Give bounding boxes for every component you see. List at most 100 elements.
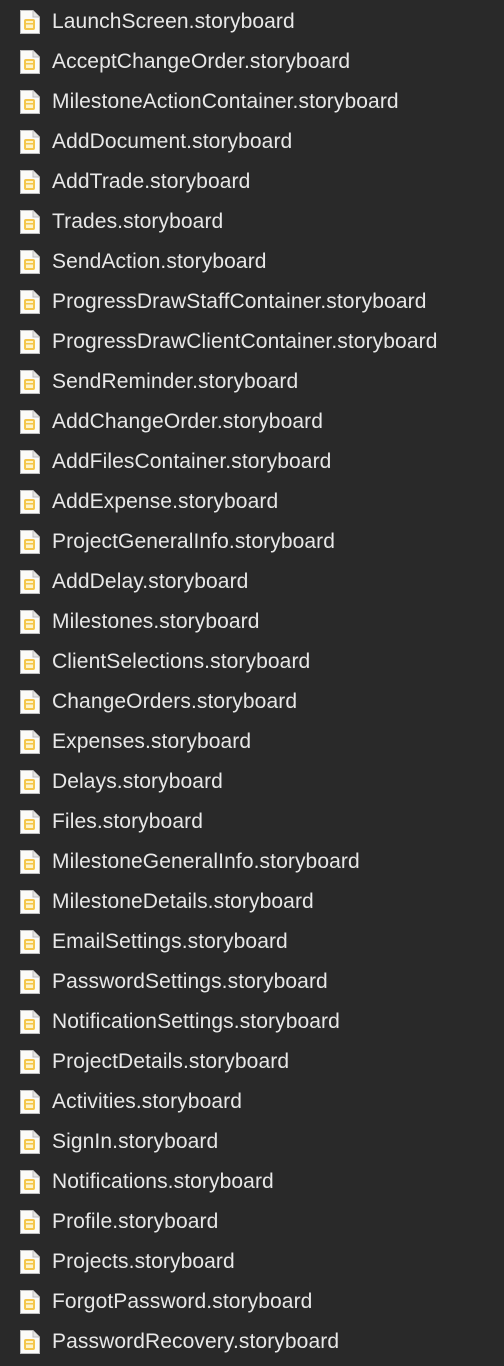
file-name: MilestoneDetails.storyboard <box>52 890 314 913</box>
file-row[interactable]: ForgotPassword.storyboard <box>0 1282 504 1322</box>
storyboard-file-icon <box>18 769 42 795</box>
file-row[interactable]: ProgressDrawClientContainer.storyboard <box>0 322 504 362</box>
storyboard-file-icon <box>18 1089 42 1115</box>
file-name: Activities.storyboard <box>52 1090 243 1113</box>
file-name: AddFilesContainer.storyboard <box>52 450 332 473</box>
file-name: AddTrade.storyboard <box>52 170 251 193</box>
storyboard-file-icon <box>18 689 42 715</box>
file-row[interactable]: MilestoneActionContainer.storyboard <box>0 82 504 122</box>
file-row[interactable]: Delays.storyboard <box>0 762 504 802</box>
storyboard-file-icon <box>18 9 42 35</box>
file-row[interactable]: PasswordRecovery.storyboard <box>0 1322 504 1362</box>
file-name: PasswordSettings.storyboard <box>52 970 328 993</box>
file-name: NotificationSettings.storyboard <box>52 1010 340 1033</box>
storyboard-file-icon <box>18 129 42 155</box>
file-row[interactable]: AddExpense.storyboard <box>0 482 504 522</box>
file-row[interactable]: MilestoneGeneralInfo.storyboard <box>0 842 504 882</box>
file-row[interactable]: AddTrade.storyboard <box>0 162 504 202</box>
storyboard-file-icon <box>18 929 42 955</box>
storyboard-file-icon <box>18 89 42 115</box>
file-row[interactable]: AcceptChangeOrder.storyboard <box>0 42 504 82</box>
storyboard-file-icon <box>18 649 42 675</box>
file-name: SignIn.storyboard <box>52 1130 219 1153</box>
file-row[interactable]: Activities.storyboard <box>0 1082 504 1122</box>
file-name: Profile.storyboard <box>52 1210 219 1233</box>
file-row[interactable]: Milestones.storyboard <box>0 602 504 642</box>
storyboard-file-icon <box>18 569 42 595</box>
file-row[interactable]: EmailSettings.storyboard <box>0 922 504 962</box>
file-row[interactable]: ProjectGeneralInfo.storyboard <box>0 522 504 562</box>
storyboard-file-icon <box>18 369 42 395</box>
file-row[interactable]: ProjectDetails.storyboard <box>0 1042 504 1082</box>
file-name: Projects.storyboard <box>52 1250 235 1273</box>
storyboard-file-icon <box>18 1209 42 1235</box>
file-row[interactable]: Notifications.storyboard <box>0 1162 504 1202</box>
file-row[interactable]: LaunchScreen.storyboard <box>0 2 504 42</box>
storyboard-file-icon <box>18 169 42 195</box>
file-name: ForgotPassword.storyboard <box>52 1290 313 1313</box>
file-row[interactable]: AddDocument.storyboard <box>0 122 504 162</box>
file-name: ProgressDrawClientContainer.storyboard <box>52 330 438 353</box>
storyboard-file-icon <box>18 1249 42 1275</box>
file-row[interactable]: SignIn.storyboard <box>0 1122 504 1162</box>
file-name: AcceptChangeOrder.storyboard <box>52 50 351 73</box>
storyboard-file-icon <box>18 409 42 435</box>
file-list: LaunchScreen.storyboard AcceptChangeOrder… <box>0 2 504 1362</box>
file-row[interactable]: SendAction.storyboard <box>0 242 504 282</box>
file-name: AddDocument.storyboard <box>52 130 293 153</box>
file-row[interactable]: PasswordSettings.storyboard <box>0 962 504 1002</box>
file-name: Notifications.storyboard <box>52 1170 274 1193</box>
file-name: MilestoneActionContainer.storyboard <box>52 90 399 113</box>
file-row[interactable]: Expenses.storyboard <box>0 722 504 762</box>
file-row[interactable]: AddChangeOrder.storyboard <box>0 402 504 442</box>
storyboard-file-icon <box>18 729 42 755</box>
storyboard-file-icon <box>18 289 42 315</box>
storyboard-file-icon <box>18 249 42 275</box>
file-name: ProjectDetails.storyboard <box>52 1050 290 1073</box>
file-name: AddChangeOrder.storyboard <box>52 410 323 433</box>
storyboard-file-icon <box>18 329 42 355</box>
file-name: Files.storyboard <box>52 810 203 833</box>
file-name: ChangeOrders.storyboard <box>52 690 298 713</box>
file-name: AddExpense.storyboard <box>52 490 279 513</box>
file-row[interactable]: AddFilesContainer.storyboard <box>0 442 504 482</box>
file-name: Expenses.storyboard <box>52 730 252 753</box>
storyboard-file-icon <box>18 209 42 235</box>
file-name: SendReminder.storyboard <box>52 370 299 393</box>
file-name: EmailSettings.storyboard <box>52 930 288 953</box>
file-row[interactable]: ChangeOrders.storyboard <box>0 682 504 722</box>
storyboard-file-icon <box>18 889 42 915</box>
file-name: ClientSelections.storyboard <box>52 650 311 673</box>
file-row[interactable]: ProgressDrawStaffContainer.storyboard <box>0 282 504 322</box>
storyboard-file-icon <box>18 1009 42 1035</box>
file-row[interactable]: NotificationSettings.storyboard <box>0 1002 504 1042</box>
storyboard-file-icon <box>18 529 42 555</box>
file-row[interactable]: ClientSelections.storyboard <box>0 642 504 682</box>
file-row[interactable]: Profile.storyboard <box>0 1202 504 1242</box>
file-name: LaunchScreen.storyboard <box>52 10 295 33</box>
file-name: SendAction.storyboard <box>52 250 267 273</box>
file-row[interactable]: Projects.storyboard <box>0 1242 504 1282</box>
storyboard-file-icon <box>18 1049 42 1075</box>
file-row[interactable]: SendReminder.storyboard <box>0 362 504 402</box>
storyboard-file-icon <box>18 969 42 995</box>
file-name: Trades.storyboard <box>52 210 224 233</box>
storyboard-file-icon <box>18 1329 42 1355</box>
file-name: AddDelay.storyboard <box>52 570 249 593</box>
file-row[interactable]: MilestoneDetails.storyboard <box>0 882 504 922</box>
storyboard-file-icon <box>18 449 42 475</box>
file-name: PasswordRecovery.storyboard <box>52 1330 340 1353</box>
storyboard-file-icon <box>18 809 42 835</box>
storyboard-file-icon <box>18 1169 42 1195</box>
storyboard-file-icon <box>18 1289 42 1315</box>
file-row[interactable]: AddDelay.storyboard <box>0 562 504 602</box>
file-name: Delays.storyboard <box>52 770 223 793</box>
file-row[interactable]: Files.storyboard <box>0 802 504 842</box>
storyboard-file-icon <box>18 1129 42 1155</box>
storyboard-file-icon <box>18 489 42 515</box>
file-row[interactable]: Trades.storyboard <box>0 202 504 242</box>
file-name: MilestoneGeneralInfo.storyboard <box>52 850 360 873</box>
file-name: ProgressDrawStaffContainer.storyboard <box>52 290 427 313</box>
storyboard-file-icon <box>18 49 42 75</box>
storyboard-file-icon <box>18 609 42 635</box>
